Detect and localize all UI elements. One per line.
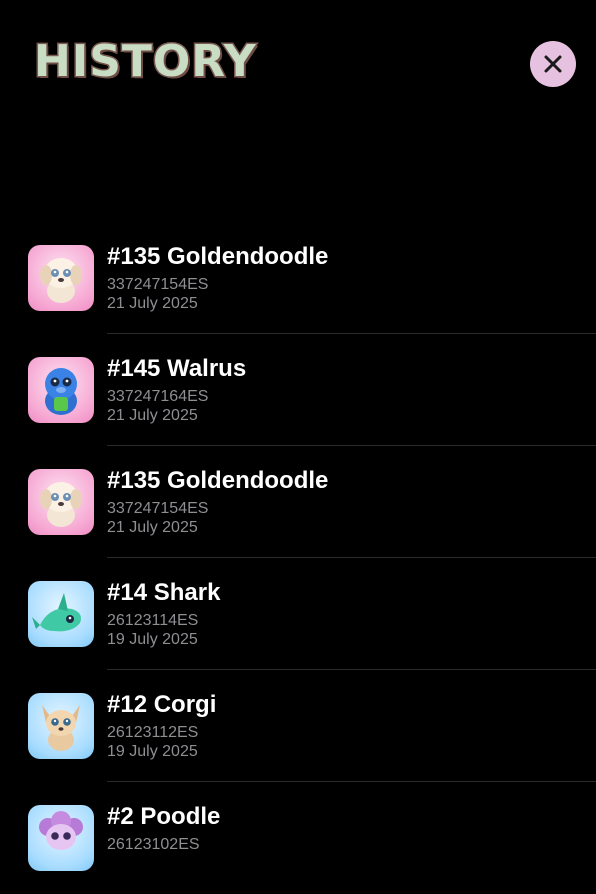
list-item[interactable]: #12 Corgi 26123112ES 19 July 2025 (0, 670, 596, 782)
corgi-icon (28, 693, 94, 759)
item-date: 19 July 2025 (107, 631, 198, 648)
item-name: #135 Goldendoodle (107, 243, 329, 270)
item-date: 21 July 2025 (107, 519, 198, 536)
list-item[interactable]: #145 Walrus 337247164ES 21 July 2025 (0, 334, 596, 446)
item-name: #2 Poodle (107, 803, 221, 830)
close-icon (544, 55, 562, 73)
item-date: 21 July 2025 (107, 407, 198, 424)
item-code: 337247154ES (107, 500, 209, 517)
item-code: 26123102ES (107, 836, 200, 853)
item-name: #145 Walrus (107, 355, 247, 382)
page-title: HISTORY (33, 35, 258, 89)
list-item[interactable]: #2 Poodle 26123102ES (0, 782, 596, 894)
item-date: 19 July 2025 (107, 743, 198, 760)
item-name: #14 Shark (107, 579, 221, 606)
item-date: 21 July 2025 (107, 295, 198, 312)
history-list: #135 Goldendoodle 337247154ES 21 July 20… (0, 222, 596, 894)
walrus-icon (28, 357, 94, 423)
item-code: 337247154ES (107, 276, 209, 293)
item-name: #135 Goldendoodle (107, 467, 329, 494)
goldendoodle-icon (28, 245, 94, 311)
item-name: #12 Corgi (107, 691, 217, 718)
list-item[interactable]: #135 Goldendoodle 337247154ES 21 July 20… (0, 446, 596, 558)
close-button[interactable] (530, 41, 576, 87)
list-item[interactable]: #135 Goldendoodle 337247154ES 21 July 20… (0, 222, 596, 334)
item-code: 337247164ES (107, 388, 209, 405)
item-code: 26123114ES (107, 612, 199, 629)
goldendoodle-icon (28, 469, 94, 535)
header: HISTORY (0, 0, 596, 130)
list-item[interactable]: #14 Shark 26123114ES 19 July 2025 (0, 558, 596, 670)
item-code: 26123112ES (107, 724, 199, 741)
poodle-icon (28, 805, 94, 871)
shark-icon (28, 581, 94, 647)
